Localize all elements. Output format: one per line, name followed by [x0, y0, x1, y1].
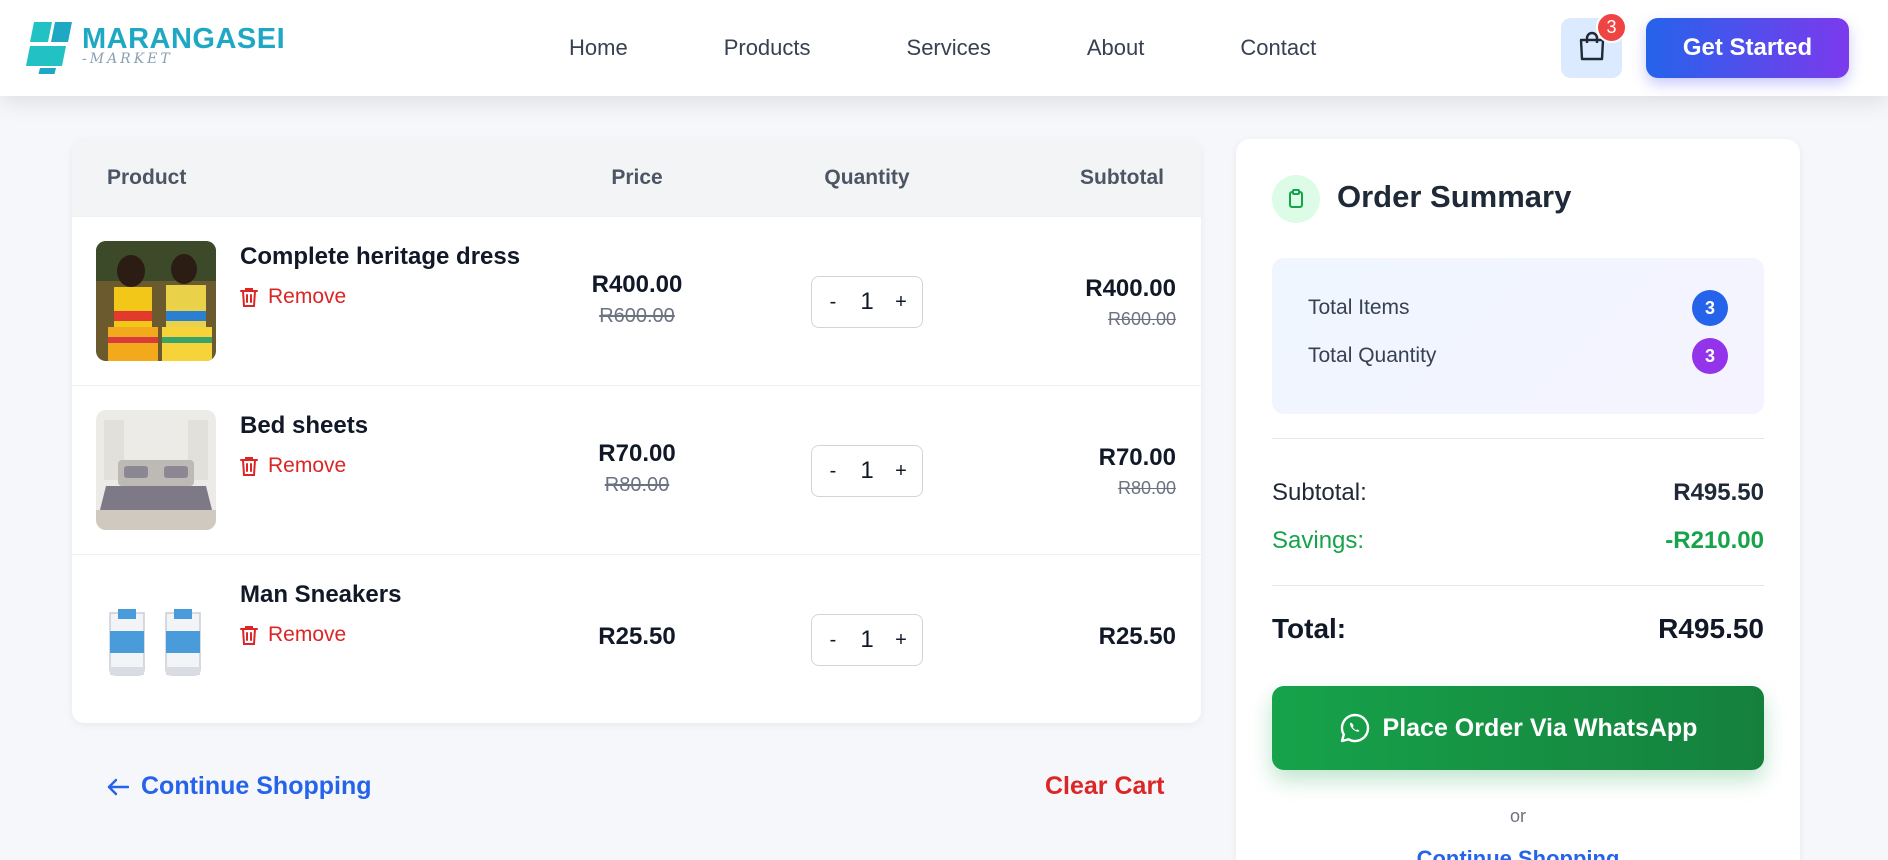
subtotal-cell: R70.00 R80.00: [1099, 444, 1176, 499]
increment-button[interactable]: +: [892, 460, 910, 483]
trash-icon: [240, 626, 258, 645]
trash-icon: [240, 288, 258, 307]
savings-value: -R210.00: [1665, 527, 1764, 554]
quantity-value[interactable]: 1: [860, 288, 873, 316]
subtotal-cell: R25.50: [1099, 623, 1176, 651]
total-quantity-label: Total Quantity: [1308, 344, 1437, 367]
total-items-badge: 3: [1692, 290, 1728, 326]
subtotal-row: Subtotal: R495.50: [1272, 479, 1764, 507]
total-value: R495.50: [1658, 613, 1764, 644]
product-name[interactable]: Complete heritage dress: [240, 243, 520, 271]
product-image-bedsheets[interactable]: [96, 410, 216, 530]
place-order-whatsapp-button[interactable]: Place Order Via WhatsApp: [1272, 686, 1764, 770]
nav-about[interactable]: About: [1087, 35, 1145, 61]
product-image-sneakers[interactable]: [96, 579, 216, 699]
price-current: R400.00: [591, 271, 683, 298]
brand-name: MARANGASEI: [82, 23, 286, 55]
quantity-stepper: - 1 +: [811, 445, 923, 497]
product-name[interactable]: Bed sheets: [240, 412, 368, 440]
quantity-stepper: - 1 +: [811, 276, 923, 328]
quantity-value[interactable]: 1: [860, 457, 873, 485]
total-items-label: Total Items: [1308, 296, 1410, 319]
trash-icon: [240, 457, 258, 476]
header-price: Price: [611, 165, 663, 189]
total-items-row: Total Items 3: [1308, 290, 1728, 326]
header-product: Product: [107, 165, 187, 189]
remove-button[interactable]: Remove: [240, 454, 346, 478]
whatsapp-icon: [1340, 713, 1369, 743]
subtotal-cell: R400.00 R600.00: [1085, 275, 1176, 330]
summary-title: Order Summary: [1337, 179, 1572, 214]
remove-label: Remove: [268, 454, 347, 477]
nav-services[interactable]: Services: [907, 35, 991, 61]
get-started-button[interactable]: Get Started: [1646, 18, 1849, 78]
arrow-left-icon: [107, 778, 129, 795]
savings-row: Savings: -R210.00: [1272, 527, 1764, 555]
price-cell: R70.00 R80.00: [512, 440, 762, 497]
increment-button[interactable]: +: [892, 291, 910, 314]
decrement-button[interactable]: -: [824, 291, 842, 314]
divider: [1272, 438, 1764, 439]
nav-products[interactable]: Products: [724, 35, 811, 61]
order-summary: Order Summary Total Items 3 Total Quanti…: [1236, 139, 1800, 860]
cart-count-badge: 3: [1596, 12, 1627, 43]
price-original: R80.00: [604, 474, 670, 496]
quantity-stepper: - 1 +: [811, 614, 923, 666]
subtotal-current: R70.00: [1098, 444, 1176, 471]
subtotal-current: R400.00: [1085, 275, 1176, 302]
remove-button[interactable]: Remove: [240, 623, 346, 647]
decrement-button[interactable]: -: [824, 460, 842, 483]
savings-label: Savings:: [1272, 527, 1365, 554]
or-divider-text: or: [1509, 806, 1526, 826]
summary-continue-shopping-link[interactable]: Continue Shopping: [1236, 846, 1800, 860]
divider: [1272, 585, 1764, 586]
brand-logo[interactable]: MARANGASEI -MARKET: [26, 20, 286, 76]
cart-table: Product Price Quantity Subtotal Complete…: [72, 139, 1201, 723]
subtotal-current: R25.50: [1098, 623, 1176, 650]
summary-stats: Total Items 3 Total Quantity 3: [1272, 258, 1764, 414]
header-quantity: Quantity: [824, 165, 910, 189]
continue-shopping-link[interactable]: Continue Shopping: [107, 772, 372, 801]
header-subtotal: Subtotal: [1080, 165, 1164, 189]
subtotal-original: R80.00: [1117, 478, 1176, 498]
decrement-button[interactable]: -: [824, 629, 842, 652]
subtotal-value: R495.50: [1673, 479, 1764, 506]
total-quantity-row: Total Quantity 3: [1308, 338, 1728, 374]
product-name[interactable]: Man Sneakers: [240, 581, 401, 609]
table-row: Complete heritage dress Remove R400.00 R…: [72, 216, 1201, 385]
price-current: R70.00: [598, 440, 676, 467]
logo-icon: [26, 20, 80, 76]
continue-shopping-label: Continue Shopping: [141, 772, 372, 800]
subtotal-original: R600.00: [1107, 309, 1176, 329]
increment-button[interactable]: +: [892, 629, 910, 652]
subtotal-label: Subtotal:: [1272, 479, 1367, 506]
main-nav: Home Products Services About Contact: [569, 0, 1316, 96]
site-header: MARANGASEI -MARKET Home Products Service…: [0, 0, 1888, 96]
product-image-dress[interactable]: [96, 241, 216, 361]
table-row: Bed sheets Remove R70.00 R80.00 - 1 + R7…: [72, 385, 1201, 554]
price-cell: R25.50: [512, 623, 762, 651]
nav-contact[interactable]: Contact: [1240, 35, 1316, 61]
remove-label: Remove: [268, 285, 347, 308]
nav-home[interactable]: Home: [569, 35, 628, 61]
quantity-value[interactable]: 1: [860, 626, 873, 654]
price-current: R25.50: [598, 623, 676, 650]
total-quantity-badge: 3: [1692, 338, 1728, 374]
price-cell: R400.00 R600.00: [512, 271, 762, 328]
price-original: R600.00: [599, 305, 675, 327]
remove-button[interactable]: Remove: [240, 285, 346, 309]
clear-cart-button[interactable]: Clear Cart: [1045, 772, 1165, 801]
remove-label: Remove: [268, 623, 347, 646]
whatsapp-button-label: Place Order Via WhatsApp: [1382, 713, 1698, 742]
total-row: Total: R495.50: [1272, 613, 1764, 645]
total-label: Total:: [1272, 613, 1347, 644]
clipboard-icon: [1272, 175, 1320, 223]
table-row: Man Sneakers Remove R25.50 - 1 + R25.50: [72, 554, 1201, 723]
table-header: Product Price Quantity Subtotal: [72, 139, 1201, 216]
